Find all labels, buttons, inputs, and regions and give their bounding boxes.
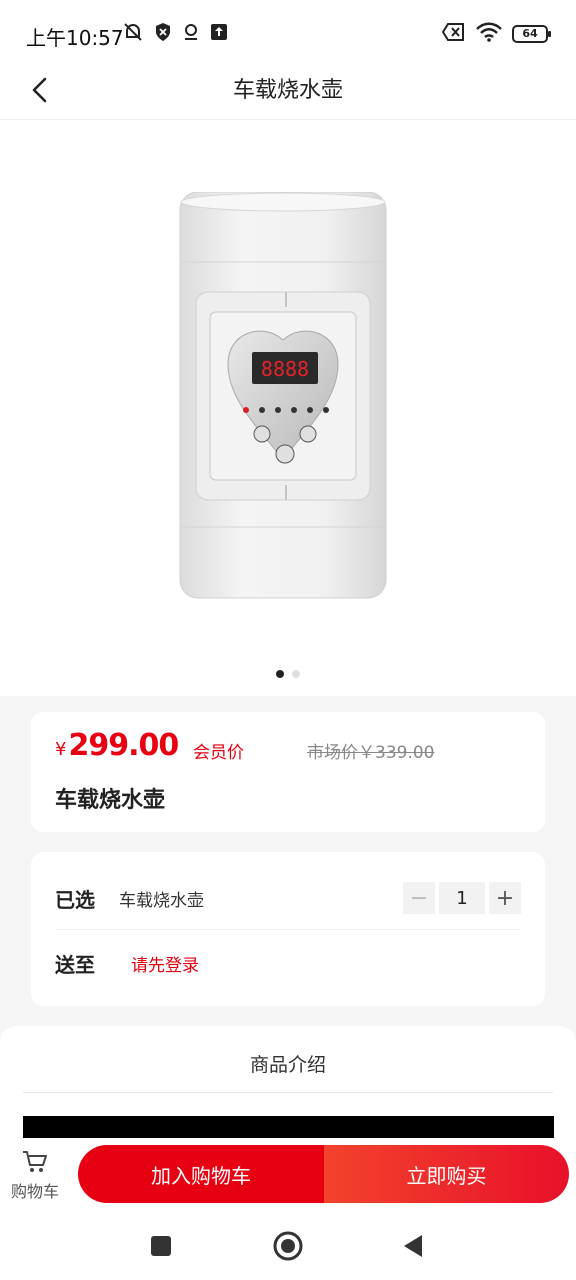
market-price: 市场价￥339.00 — [307, 743, 435, 763]
price-card: ¥ 299.00 会员价 市场价￥339.00 车载烧水壶 — [31, 712, 545, 832]
recents-button[interactable] — [145, 1230, 177, 1262]
selected-spec-row[interactable]: 已选 车载烧水壶 − 1 + — [55, 868, 521, 930]
system-nav-bar — [0, 1212, 576, 1280]
intro-title: 商品介绍 — [249, 1054, 326, 1076]
member-price-label: 会员价 — [193, 743, 244, 763]
price-value: 299.00 — [68, 728, 179, 763]
add-to-cart-button[interactable]: 加入购物车 — [78, 1145, 324, 1203]
cart-button[interactable]: 购物车 — [6, 1150, 64, 1204]
back-nav-button[interactable] — [396, 1230, 428, 1262]
increase-quantity-button[interactable]: + — [489, 882, 521, 914]
selected-label: 已选 — [55, 888, 95, 912]
login-prompt-link[interactable]: 请先登录 — [131, 951, 199, 976]
quantity-stepper: − 1 + — [403, 882, 521, 914]
currency-symbol: ¥ — [55, 739, 67, 760]
cart-icon — [23, 1151, 47, 1172]
carousel-dot — [292, 670, 300, 678]
product-image: 8888 — [179, 192, 387, 599]
upload-icon — [210, 23, 228, 45]
triangle-back-icon — [404, 1235, 422, 1257]
product-detail-screen: 上午10:57 64 车载烧水壶 8888 ¥ 299.00 会员价 市场价￥3… — [0, 0, 576, 1280]
shield-icon — [154, 22, 172, 46]
home-circle-icon — [273, 1231, 303, 1261]
product-image-carousel[interactable]: 8888 — [0, 120, 576, 696]
ship-to-label: 送至 — [55, 952, 95, 977]
mute-bell-icon — [122, 21, 144, 47]
sim-x-icon — [441, 22, 466, 46]
square-icon — [151, 1236, 171, 1256]
quantity-value[interactable]: 1 — [439, 882, 485, 914]
svg-text:8888: 8888 — [261, 357, 309, 381]
cart-label: 购物车 — [10, 1182, 59, 1201]
wifi-icon — [476, 22, 502, 46]
battery-icon: 64 — [512, 25, 551, 43]
selected-value: 车载烧水壶 — [119, 891, 204, 911]
intro-image — [23, 1116, 554, 1138]
location-icon — [182, 22, 200, 46]
home-button[interactable] — [272, 1230, 304, 1262]
divider — [23, 1092, 553, 1093]
options-card: 已选 车载烧水壶 − 1 + 送至 请先登录 — [31, 852, 545, 1006]
decrease-quantity-button[interactable]: − — [403, 882, 435, 914]
shipping-row[interactable]: 送至 请先登录 — [55, 932, 521, 994]
status-time: 上午10:57 — [26, 26, 124, 50]
carousel-dot-active — [276, 670, 284, 678]
status-bar: 上午10:57 64 — [0, 0, 576, 60]
page-title: 车载烧水壶 — [232, 78, 343, 103]
carousel-indicator — [0, 670, 576, 678]
top-nav-bar: 车载烧水壶 — [0, 60, 576, 120]
product-name: 车载烧水壶 — [55, 788, 166, 813]
buy-now-button[interactable]: 立即购买 — [324, 1145, 569, 1203]
sale-price: ¥ 299.00 — [55, 728, 179, 763]
